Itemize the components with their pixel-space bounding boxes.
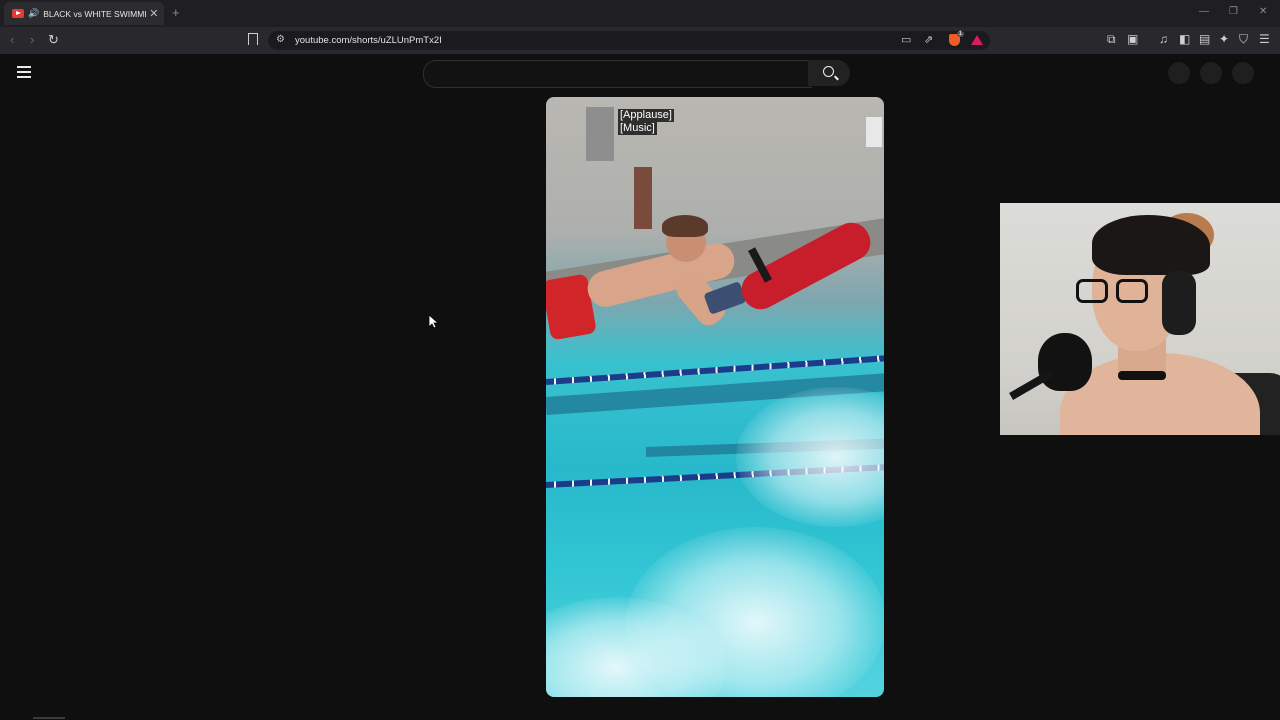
- address-bar[interactable]: ⚙ youtube.com/shorts/uZLUnPmTx2I ▭ ⇗ 1: [268, 31, 990, 50]
- music-icon[interactable]: ♫: [1159, 32, 1168, 46]
- share-icon[interactable]: ⇗: [924, 33, 933, 46]
- wall-light: [866, 117, 882, 147]
- search-button[interactable]: [808, 60, 850, 86]
- tab-search-icon[interactable]: ▣: [1127, 32, 1138, 46]
- tab-close-icon[interactable]: ✕: [149, 7, 158, 20]
- wallet-icon[interactable]: ▤: [1199, 32, 1210, 46]
- speaker-icon[interactable]: 🔊: [28, 8, 39, 19]
- create-button-placeholder[interactable]: [1168, 62, 1190, 84]
- tab-title: BLACK vs WHITE SWIMMING: [43, 8, 147, 19]
- minimize-button[interactable]: —: [1199, 6, 1209, 17]
- wall-pipe: [634, 167, 652, 229]
- brave-rewards-icon[interactable]: [971, 35, 983, 45]
- shields-badge: 1: [956, 31, 964, 37]
- glasses: [1076, 279, 1166, 305]
- tab-strip: 🔊 BLACK vs WHITE SWIMMING ✕ + — ❐ ✕: [0, 0, 1280, 27]
- choker: [1118, 371, 1166, 380]
- search-icon: [823, 66, 834, 77]
- sidebar-icon[interactable]: ◧: [1179, 32, 1190, 46]
- shorts-video-player[interactable]: [Applause] [Music]: [546, 97, 884, 697]
- scroll-indicator: [33, 717, 65, 719]
- window-close-button[interactable]: ✕: [1259, 6, 1267, 17]
- search-input[interactable]: [423, 60, 812, 88]
- caption-line: [Applause]: [618, 109, 674, 122]
- youtube-favicon-icon: [12, 9, 24, 18]
- cast-icon[interactable]: ▭: [901, 33, 911, 46]
- bookmark-icon[interactable]: [248, 33, 258, 45]
- caption-line: [Music]: [618, 122, 657, 135]
- guide-menu-icon[interactable]: [17, 66, 31, 81]
- headphones: [1162, 271, 1196, 335]
- browser-tab[interactable]: 🔊 BLACK vs WHITE SWIMMING ✕: [4, 2, 164, 25]
- restore-button[interactable]: ❐: [1229, 6, 1238, 17]
- back-button[interactable]: ‹: [10, 32, 14, 47]
- leo-icon[interactable]: ✦: [1219, 32, 1229, 46]
- url-text[interactable]: youtube.com/shorts/uZLUnPmTx2I: [295, 35, 442, 46]
- forward-button[interactable]: ›: [30, 32, 34, 47]
- menu-icon[interactable]: ☰: [1259, 32, 1270, 46]
- notifications-button-placeholder[interactable]: [1200, 62, 1222, 84]
- reload-button[interactable]: ↻: [48, 32, 59, 48]
- water-splash: [736, 387, 884, 527]
- webcam-overlay: [1000, 203, 1280, 435]
- vpn-shield-icon[interactable]: ⛉: [1239, 32, 1248, 47]
- new-tab-button[interactable]: +: [172, 5, 180, 20]
- closed-captions: [Applause] [Music]: [618, 109, 674, 135]
- swimmer-hair: [662, 215, 708, 237]
- brave-shields-icon[interactable]: 1: [949, 31, 964, 46]
- wall-window: [586, 107, 614, 161]
- puzzle-icon[interactable]: ⧉: [1107, 32, 1116, 47]
- streamer-hair: [1092, 215, 1210, 275]
- avatar[interactable]: [1232, 62, 1254, 84]
- tune-icon[interactable]: ⚙: [276, 34, 285, 45]
- microphone: [1038, 333, 1092, 391]
